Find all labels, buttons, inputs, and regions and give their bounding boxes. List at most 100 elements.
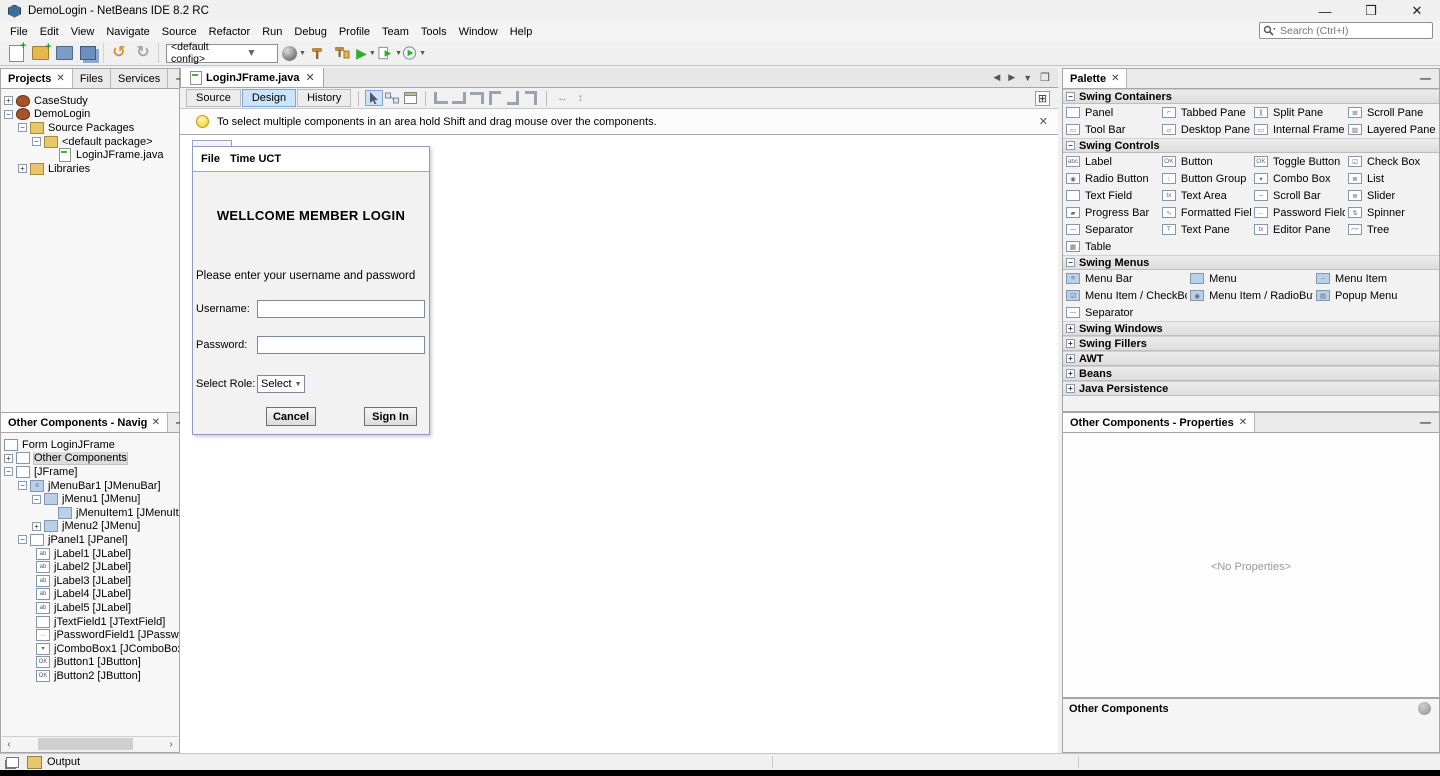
menu-run[interactable]: Run [256,24,288,40]
clean-build-button[interactable] [330,42,354,64]
collapse-icon[interactable]: − [4,467,13,476]
palette-item-table[interactable]: ▦Table [1063,238,1159,255]
palette-item-editor-pane[interactable]: Editor Pane [1251,221,1345,238]
tab-files[interactable]: Files [73,69,111,88]
menu-profile[interactable]: Profile [333,24,376,40]
palette-item-check-box[interactable]: ☑Check Box [1345,153,1439,170]
expand-icon[interactable]: + [1066,384,1075,393]
view-history-button[interactable]: History [297,89,351,107]
palette-item-layered-pane[interactable]: ▨Layered Pane [1345,121,1439,138]
collapse-icon[interactable]: − [1066,92,1075,101]
tab-projects[interactable]: Projects✕ [1,69,73,88]
project-config-select[interactable]: <default config> ▼ [166,44,278,63]
expand-icon[interactable]: + [4,454,13,463]
align-top-button[interactable] [486,90,504,106]
palette-item-text-field[interactable]: Text Field [1063,187,1159,204]
new-file-button[interactable] [4,42,28,64]
align-right-button[interactable] [450,90,468,106]
tree-item-source-packages[interactable]: − Source Packages [4,121,179,135]
palette-item-popup-menu[interactable]: ▤Popup Menu [1313,287,1439,304]
password-field[interactable] [257,336,425,354]
nav-item-form[interactable]: Form LoginJFrame [4,438,179,452]
view-design-button[interactable]: Design [242,89,296,107]
menu-debug[interactable]: Debug [288,24,332,40]
connection-mode-button[interactable] [383,90,401,106]
close-icon[interactable]: ✕ [1239,417,1247,428]
palette-item-scroll-bar[interactable]: ⇔Scroll Bar [1251,187,1345,204]
selection-mode-button[interactable] [365,90,383,106]
designed-menu-timeuct[interactable]: Time UCT [230,153,281,165]
close-hint-icon[interactable]: ✕ [1039,115,1048,128]
designed-menubar[interactable]: File Time UCT [193,147,429,172]
palette-item-radio-button[interactable]: ◉Radio Button [1063,170,1159,187]
tab-navigator[interactable]: Other Components - Navigator✕ [1,413,168,432]
minimize-panel-button[interactable]: — [1412,69,1439,88]
expand-icon[interactable]: + [1066,324,1075,333]
nav-item-jtextfield1[interactable]: jTextField1 [JTextField] [4,615,179,629]
tree-item-default-package[interactable]: − <default package> [4,135,179,149]
role-label[interactable]: Select Role: [196,378,257,390]
nav-item-jmenuitem1[interactable]: jMenuItem1 [JMenuItem] [4,506,179,520]
tab-services[interactable]: Services [111,69,168,88]
nav-item-other-components[interactable]: + Other Components [4,452,179,466]
menu-edit[interactable]: Edit [34,24,65,40]
collapse-icon[interactable]: − [1066,258,1075,267]
tree-item-libraries[interactable]: + Libraries [4,162,179,176]
redo-button[interactable]: ↻ [131,42,155,64]
close-icon[interactable]: ✕ [306,71,315,84]
nav-item-jlabel1[interactable]: ab jLabel1 [JLabel] [4,547,179,561]
nav-item-jmenu1[interactable]: − jMenu1 [JMenu] [4,492,179,506]
nav-item-jmenu2[interactable]: + jMenu2 [JMenu] [4,520,179,534]
password-label[interactable]: Password: [196,339,257,351]
collapse-icon[interactable]: − [4,110,13,119]
palette-item-scroll-pane[interactable]: ⊞Scroll Pane [1345,104,1439,121]
designed-menu-file[interactable]: File [201,153,220,165]
menu-navigate[interactable]: Navigate [100,24,155,40]
palette-item-menu-item[interactable]: –Menu Item [1313,270,1439,287]
scroll-left-icon[interactable]: ‹ [2,739,16,750]
tree-item-loginjframe[interactable]: LoginJFrame.java [4,148,179,162]
palette-item-menu-item-checkbox[interactable]: ☑Menu Item / CheckBox [1063,287,1187,304]
designed-jframe[interactable]: File Time UCT WELLCOME MEMBER LOGIN Plea… [192,146,430,435]
collapse-icon[interactable]: − [18,535,27,544]
palette-item-button-group[interactable]: ⁝Button Group [1159,170,1251,187]
nav-item-jbutton2[interactable]: OK jButton2 [JButton] [4,669,179,683]
tab-properties[interactable]: Other Components - Properties✕ [1063,413,1255,432]
quick-search[interactable] [1259,22,1433,39]
role-combobox[interactable]: Select ▼ [257,375,305,393]
palette-item-separator[interactable]: —Separator [1063,221,1159,238]
build-project-button[interactable] [306,42,330,64]
nav-item-jmenubar1[interactable]: − ≡ jMenuBar1 [JMenuBar] [4,479,179,493]
menu-tools[interactable]: Tools [415,24,453,40]
palette-section-swing-windows[interactable]: +Swing Windows [1063,321,1439,336]
tab-palette[interactable]: Palette✕ [1063,69,1127,88]
expand-icon[interactable]: + [1066,339,1075,348]
scrollbar-thumb[interactable] [38,738,133,750]
center-horizontal-button[interactable] [468,90,486,106]
close-button[interactable]: ✕ [1394,0,1440,22]
cancel-button[interactable]: Cancel [266,407,316,426]
scroll-tabs-right-icon[interactable]: ▶ [1008,72,1015,83]
palette-item-desktop-pane[interactable]: ▱Desktop Pane [1159,121,1251,138]
palette-item-spinner[interactable]: ⇅Spinner [1345,204,1439,221]
expand-icon[interactable]: + [32,522,41,531]
menu-window[interactable]: Window [453,24,504,40]
palette-section-beans[interactable]: +Beans [1063,366,1439,381]
menu-file[interactable]: File [4,24,34,40]
undo-button[interactable]: ↺ [107,42,131,64]
tree-item-casestudy[interactable]: + CaseStudy [4,94,179,108]
close-icon[interactable]: ✕ [56,73,64,84]
collapse-icon[interactable]: − [1066,141,1075,150]
design-canvas[interactable]: File Time UCT WELLCOME MEMBER LOGIN Plea… [180,135,1058,753]
open-project-button[interactable] [52,42,76,64]
resize-vertical-button[interactable]: ↕ [571,90,589,106]
menu-source[interactable]: Source [156,24,203,40]
palette-section-java-persistence[interactable]: +Java Persistence [1063,381,1439,396]
menu-help[interactable]: Help [504,24,539,40]
nav-item-jframe[interactable]: − [JFrame] [4,465,179,479]
align-left-button[interactable] [432,90,450,106]
expand-icon[interactable]: + [1066,354,1075,363]
palette-item-menu-separator[interactable]: —Separator [1063,304,1187,321]
expand-icon[interactable]: + [18,164,27,173]
run-project-button[interactable]: ▶▼ [354,42,378,64]
